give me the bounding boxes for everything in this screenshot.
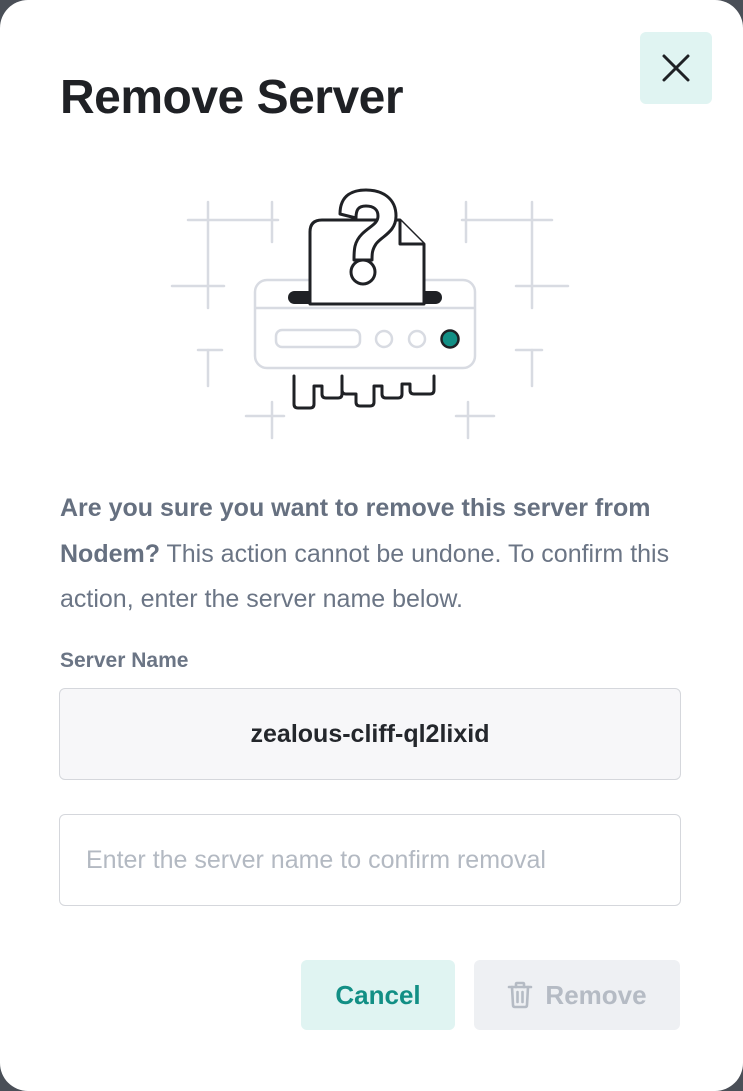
remove-button-label: Remove <box>545 979 647 1010</box>
remove-server-dialog: Remove Server Are you sure you want to r… <box>0 0 743 1091</box>
server-name-label: Server Name <box>60 649 189 672</box>
close-button[interactable] <box>640 32 712 104</box>
remove-button[interactable]: Remove <box>474 960 680 1030</box>
confirmation-message: Are you sure you want to remove this ser… <box>60 486 690 623</box>
cancel-button[interactable]: Cancel <box>301 960 455 1030</box>
dialog-title: Remove Server <box>60 71 404 124</box>
trash-icon <box>508 981 533 1009</box>
confirm-server-name-input[interactable] <box>59 814 681 906</box>
server-question-icon <box>170 188 570 440</box>
server-name-display: zealous-cliff-ql2lixid <box>59 688 681 780</box>
close-icon <box>662 54 690 82</box>
